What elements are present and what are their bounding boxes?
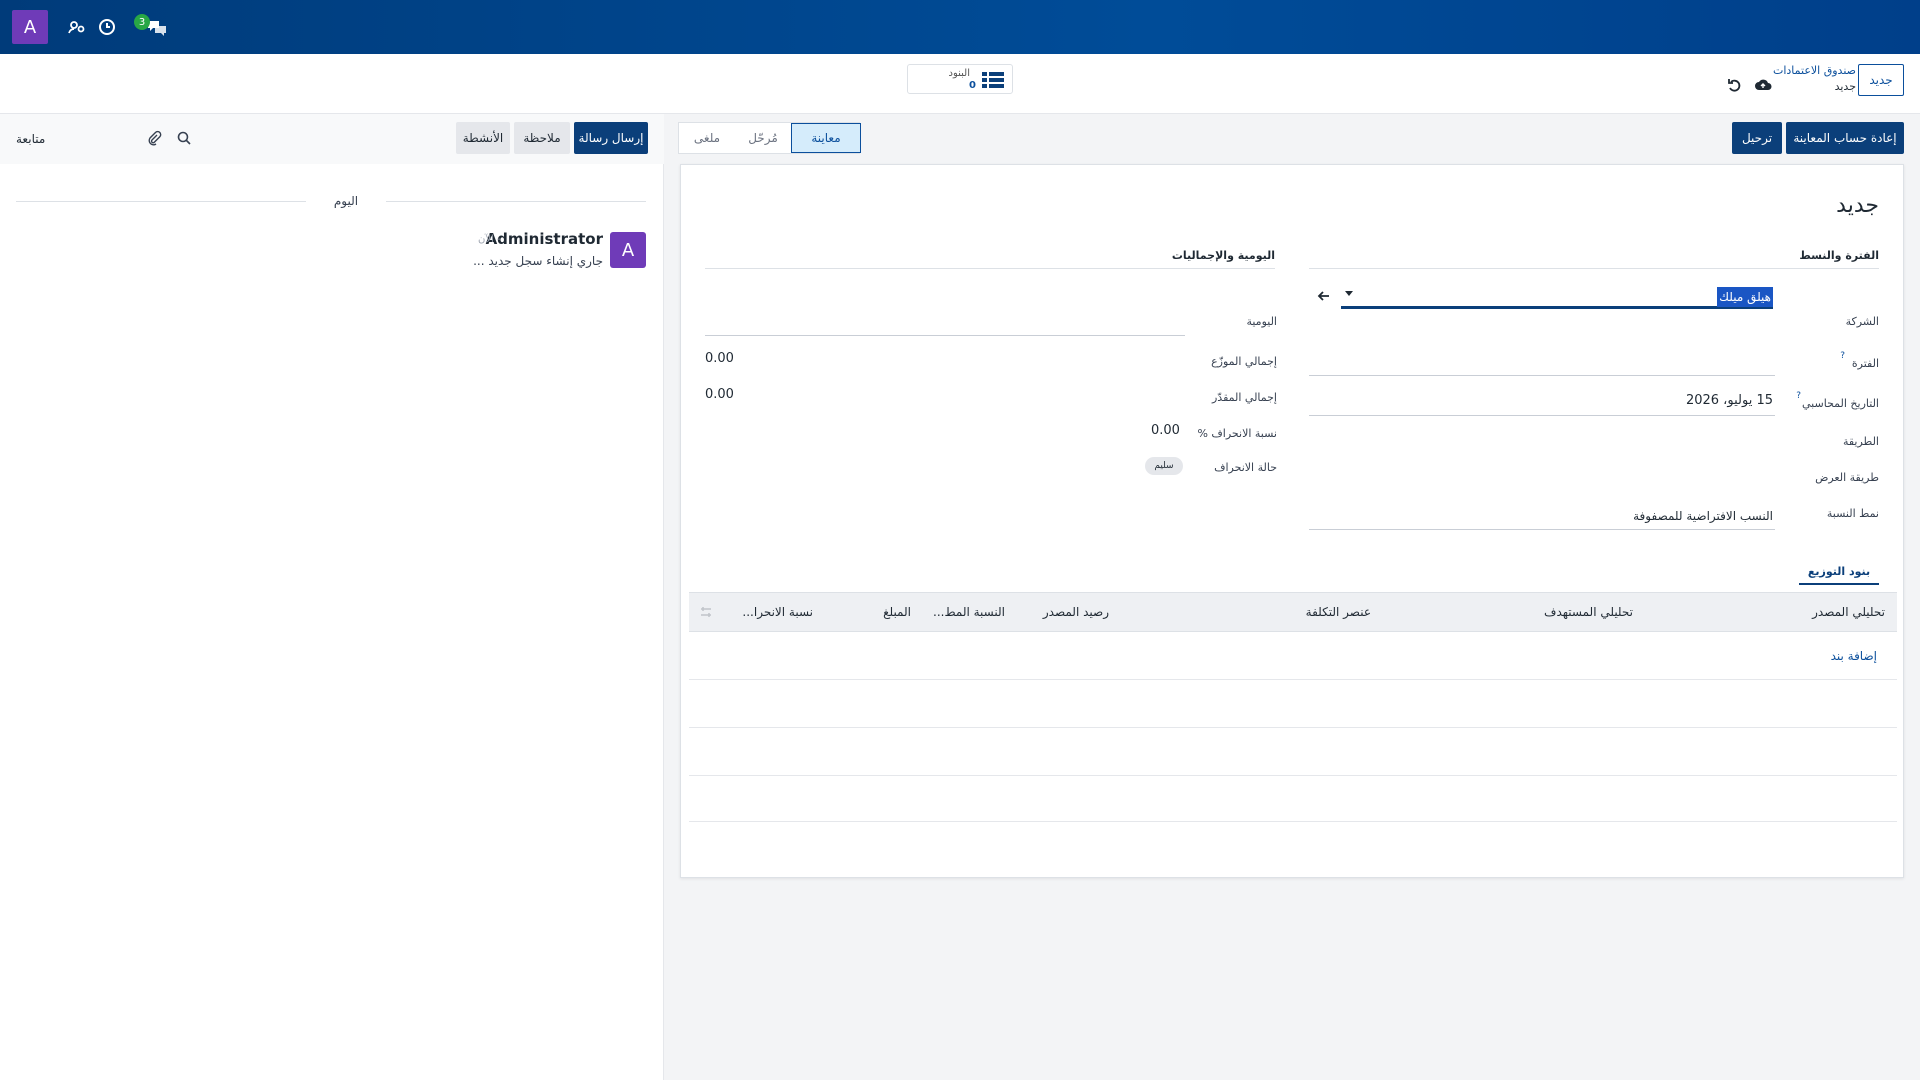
- section-period: الفترة والنسط: [1309, 249, 1879, 269]
- period-field[interactable]: [1309, 375, 1775, 376]
- date-underline: [1309, 415, 1775, 416]
- separator-line: [16, 201, 306, 202]
- day-separator: اليوم: [16, 194, 646, 208]
- users-gear-icon[interactable]: [66, 16, 88, 38]
- display-method-label: طريقة العرض: [1815, 471, 1879, 484]
- lines-count: 0: [969, 80, 976, 91]
- total-estimated-label: إجمالي المقدّر: [1211, 391, 1277, 404]
- message-author[interactable]: Administrator: [486, 230, 603, 248]
- accounting-date-value[interactable]: 15 يوليو، 2026: [1686, 393, 1773, 408]
- chatter-toolbar: إرسال رسالة ملاحظة الأنشطة متابعة: [0, 114, 664, 164]
- journal-label: اليومية: [1246, 315, 1277, 328]
- ratio-pattern-label: نمط النسبة: [1826, 507, 1879, 520]
- table-row: [689, 821, 1897, 822]
- date-help-icon[interactable]: ?: [1796, 391, 1801, 401]
- discard-undo-icon[interactable]: [1726, 76, 1744, 94]
- chatter-panel: إرسال رسالة ملاحظة الأنشطة متابعة اليوم …: [0, 114, 664, 1080]
- paperclip-icon[interactable]: [146, 130, 162, 146]
- section-journal: اليومية والإجماليات: [705, 249, 1275, 269]
- list-icon: [982, 71, 1004, 89]
- method-label: الطريقة: [1842, 435, 1879, 448]
- company-value: هيلق ميلك: [1717, 287, 1773, 307]
- table-row: [689, 775, 1897, 776]
- lines-label: البنود: [948, 68, 970, 79]
- col-amount[interactable]: المبلغ: [883, 605, 911, 619]
- arrow-left-icon[interactable]: [1317, 289, 1331, 303]
- save-cloud-icon[interactable]: [1754, 76, 1772, 94]
- col-source-analytic[interactable]: تحليلي المصدر: [1812, 605, 1885, 619]
- status-preview[interactable]: معاينة: [791, 123, 861, 153]
- table-row: [689, 727, 1897, 728]
- chat-badge: 3: [134, 14, 150, 30]
- status-posted[interactable]: مُرحّل: [735, 123, 791, 153]
- total-distributed-label: إجمالي الموزّع: [1211, 355, 1277, 368]
- deviation-status-badge: سليم: [1145, 457, 1183, 475]
- clock-icon[interactable]: [96, 16, 118, 38]
- send-message-button[interactable]: إرسال رسالة: [574, 122, 648, 154]
- separator-line: [386, 201, 646, 202]
- message-time: - الآن: [478, 234, 501, 245]
- deviation-status-label: حالة الانحراف: [1214, 461, 1277, 474]
- table-row: [689, 679, 1897, 680]
- optional-columns-icon[interactable]: [699, 605, 713, 619]
- lines-table-header: تحليلي المصدر تحليلي المستهدف عنصر التكل…: [689, 592, 1897, 632]
- record-title: جديد: [1836, 193, 1879, 218]
- status-bar: معاينة مُرحّل ملغى: [678, 122, 861, 154]
- search-icon[interactable]: [176, 130, 192, 146]
- form-sheet: جديد الفترة والنسط الشركة هيلق ميلك الفت…: [680, 164, 1904, 878]
- post-button[interactable]: ترحيل: [1732, 122, 1782, 154]
- deviation-pct-label: نسبة الانحراف %: [1197, 427, 1277, 440]
- breadcrumb-current: جديد: [1834, 80, 1856, 93]
- user-avatar[interactable]: A: [12, 10, 48, 44]
- message-body: جاري إنشاء سجل جديد ...: [473, 254, 603, 268]
- col-cost-element[interactable]: عنصر التكلفة: [1306, 605, 1371, 619]
- day-label: اليوم: [333, 194, 359, 208]
- add-line-link[interactable]: إضافة بند: [1831, 649, 1877, 663]
- message-avatar[interactable]: A: [610, 232, 646, 268]
- status-cancelled[interactable]: ملغى: [679, 123, 735, 153]
- deviation-pct-value: 0.00: [1151, 423, 1180, 438]
- log-note-button[interactable]: ملاحظة: [514, 122, 570, 154]
- follow-button[interactable]: متابعة: [16, 132, 45, 146]
- chevron-down-icon[interactable]: [1345, 291, 1353, 296]
- recompute-preview-button[interactable]: إعادة حساب المعاينة: [1786, 122, 1904, 154]
- company-label: الشركة: [1845, 315, 1879, 328]
- total-distributed-value: 0.00: [705, 351, 734, 366]
- accounting-date-label: التاريخ المحاسبي: [1802, 397, 1879, 410]
- col-target-analytic[interactable]: تحليلي المستهدف: [1544, 605, 1633, 619]
- col-source-balance[interactable]: رصيد المصدر: [1043, 605, 1109, 619]
- period-label: الفترة: [1851, 357, 1879, 370]
- top-navbar: A 3: [0, 0, 1920, 54]
- breadcrumb-parent[interactable]: صندوق الاعتمادات: [1773, 64, 1856, 77]
- col-ratio[interactable]: النسبة المط...: [933, 605, 1005, 619]
- lines-smart-button[interactable]: البنود 0: [907, 64, 1013, 94]
- activities-button[interactable]: الأنشطة: [456, 122, 510, 154]
- ratio-underline: [1309, 529, 1775, 530]
- period-help-icon[interactable]: ?: [1840, 351, 1845, 361]
- journal-field[interactable]: [705, 335, 1185, 336]
- total-estimated-value: 0.00: [705, 387, 734, 402]
- tab-distribution-lines[interactable]: بنود التوزيع: [1799, 559, 1879, 585]
- company-input[interactable]: هيلق ميلك: [1341, 287, 1773, 309]
- new-button[interactable]: جديد: [1858, 64, 1904, 96]
- ratio-pattern-value[interactable]: النسب الافتراضية للمصفوفة: [1633, 509, 1773, 523]
- col-deviation[interactable]: نسبة الانحرا...: [742, 605, 813, 619]
